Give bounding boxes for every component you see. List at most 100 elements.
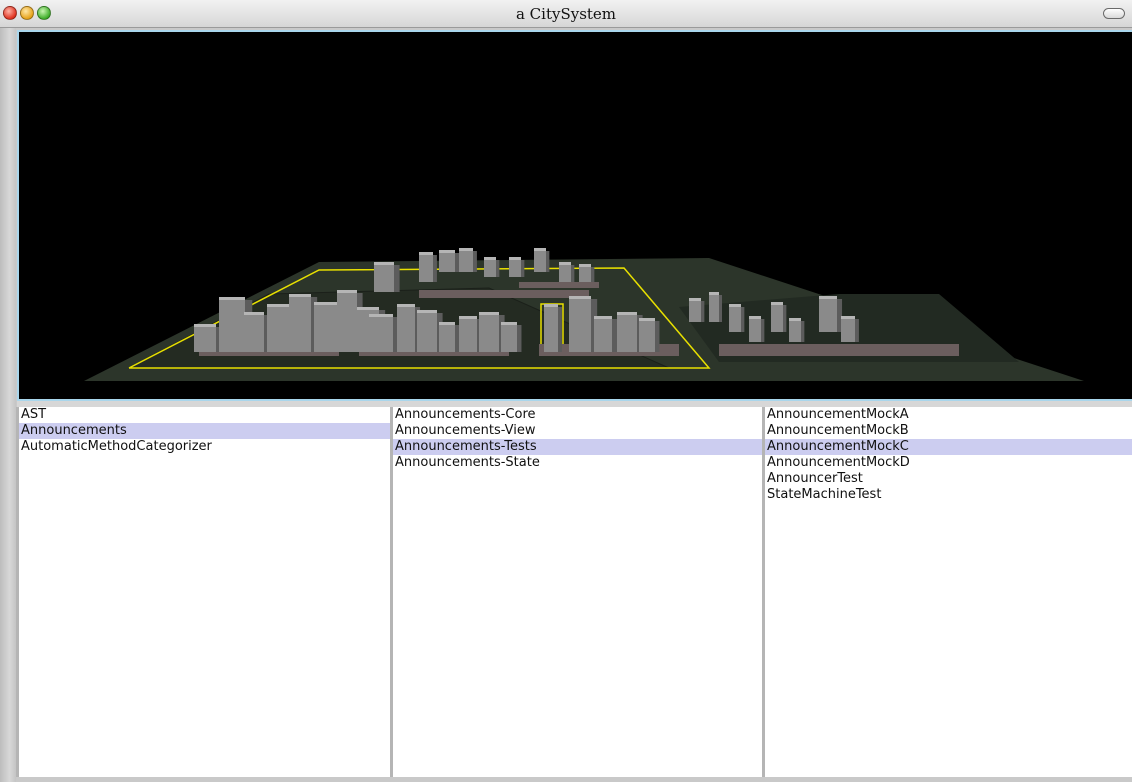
- building: [194, 324, 216, 352]
- building-roof: [534, 248, 546, 251]
- building-side: [612, 319, 618, 352]
- building-roof: [579, 264, 591, 267]
- building-roof: [374, 262, 394, 265]
- building: [569, 296, 591, 352]
- class-list-item[interactable]: AnnouncementMockA: [765, 407, 1132, 423]
- building-side: [517, 325, 522, 352]
- building-roof: [484, 257, 496, 260]
- class-list-item[interactable]: AnnouncementMockD: [765, 455, 1132, 471]
- building-roof: [749, 316, 761, 319]
- building-roof: [417, 310, 437, 313]
- building-side: [455, 253, 460, 272]
- building: [594, 316, 612, 352]
- category-list-item[interactable]: Announcements-Core: [393, 407, 763, 423]
- building: [689, 298, 701, 322]
- building-side: [801, 321, 805, 342]
- building: [397, 304, 415, 352]
- class-list-item[interactable]: StateMachineTest: [765, 487, 1132, 503]
- building-side: [433, 255, 437, 282]
- building-side: [546, 251, 550, 272]
- building-roof: [729, 304, 741, 307]
- building-roof: [709, 292, 719, 295]
- building-roof: [569, 296, 591, 299]
- building: [749, 316, 761, 342]
- building: [789, 318, 801, 342]
- category-list[interactable]: Announcements-Core Announcements-View Anno…: [390, 407, 763, 777]
- building-roof: [267, 304, 291, 307]
- city-3d-viewport[interactable]: [17, 30, 1132, 401]
- building-side: [521, 260, 525, 277]
- window-frame-left: [0, 28, 16, 782]
- building: [459, 316, 477, 352]
- title-bar[interactable]: a CitySystem: [0, 0, 1132, 28]
- building: [337, 290, 357, 352]
- building: [439, 322, 455, 352]
- building-roof: [841, 316, 855, 319]
- category-list-item[interactable]: Announcements-State: [393, 455, 763, 471]
- window-frame-bottom: [16, 777, 1132, 782]
- building-roof: [771, 302, 783, 305]
- building: [501, 322, 517, 352]
- building-side: [783, 305, 787, 332]
- category-list-item[interactable]: Announcements-View: [393, 423, 763, 439]
- building-side: [496, 260, 500, 277]
- building-side: [761, 319, 765, 342]
- package-list-item[interactable]: AutomaticMethodCategorizer: [19, 439, 390, 455]
- building: [729, 304, 741, 332]
- toolbar-toggle-button[interactable]: [1103, 8, 1125, 19]
- building-roof: [559, 262, 571, 265]
- building: [369, 314, 393, 352]
- building: [314, 302, 338, 352]
- building-side: [394, 265, 400, 292]
- building: [639, 318, 655, 352]
- building-roof: [439, 322, 455, 325]
- building-side: [455, 325, 460, 352]
- building-roof: [357, 307, 379, 310]
- building-roof: [459, 316, 477, 319]
- building-roof: [789, 318, 801, 321]
- building-side: [591, 267, 595, 282]
- building-roof: [289, 294, 311, 297]
- building: [374, 262, 394, 292]
- building: [219, 297, 245, 352]
- package-list-item[interactable]: Announcements: [19, 423, 390, 439]
- building: [417, 310, 437, 352]
- building: [709, 292, 719, 322]
- building: [617, 312, 637, 352]
- class-list[interactable]: AnnouncementMockA AnnouncementMockB Announ…: [762, 407, 1132, 777]
- building: [534, 248, 546, 272]
- building-side: [473, 251, 477, 272]
- district-plate: [719, 344, 959, 356]
- district-plate: [419, 290, 589, 298]
- building: [244, 312, 264, 352]
- building: [459, 248, 473, 272]
- building-roof: [337, 290, 357, 293]
- building-roof: [244, 312, 264, 315]
- package-list-item[interactable]: AST: [19, 407, 390, 423]
- building: [771, 302, 783, 332]
- building-side: [855, 319, 859, 342]
- building-roof: [439, 250, 455, 253]
- building-roof: [639, 318, 655, 321]
- building-roof: [419, 252, 433, 255]
- building-roof: [369, 314, 393, 317]
- building-roof: [594, 316, 612, 319]
- district-plate: [519, 282, 599, 288]
- building-side: [701, 301, 705, 322]
- building: [289, 294, 311, 352]
- class-list-item[interactable]: AnnouncerTest: [765, 471, 1132, 487]
- package-list[interactable]: AST Announcements AutomaticMethodCategoriz…: [16, 407, 390, 777]
- window-title: a CitySystem: [515, 5, 617, 23]
- city-visualization[interactable]: [19, 32, 1132, 399]
- category-list-item[interactable]: Announcements-Tests: [393, 439, 763, 455]
- building: [544, 304, 558, 352]
- city-system-window: a CitySystem AST Announcements AutomaticMe…: [0, 0, 1132, 782]
- building: [419, 252, 433, 282]
- building-roof: [509, 257, 521, 260]
- building-side: [741, 307, 745, 332]
- class-list-item[interactable]: AnnouncementMockB: [765, 423, 1132, 439]
- class-list-item[interactable]: AnnouncementMockC: [765, 439, 1132, 455]
- building: [267, 304, 291, 352]
- building-roof: [194, 324, 216, 327]
- building-roof: [459, 248, 473, 251]
